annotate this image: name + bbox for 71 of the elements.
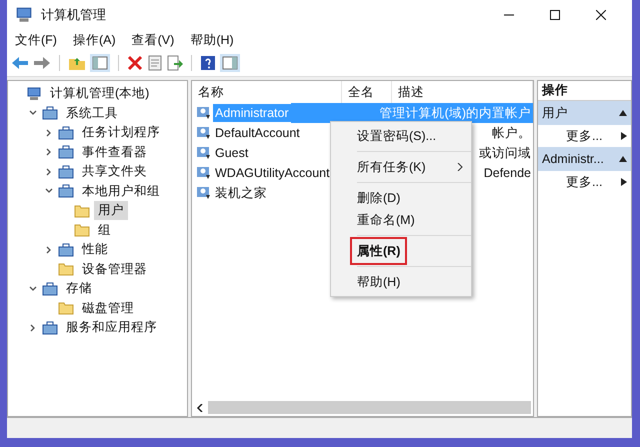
menu-item[interactable]: 删除(D)	[357, 188, 400, 208]
user-icon	[196, 145, 212, 161]
action-pane-icon[interactable]	[220, 54, 240, 72]
description-cell-text: Defende	[484, 164, 532, 182]
user-icon	[196, 105, 212, 121]
user-name[interactable]: Guest	[213, 144, 250, 162]
menu-item[interactable]: 操作(A)	[72, 30, 116, 50]
description-cell-text: 帐户。	[492, 124, 532, 142]
properties-icon[interactable]	[147, 55, 163, 71]
computer-icon	[15, 6, 33, 24]
toolbox-icon	[42, 280, 58, 297]
user-name[interactable]: DefaultAccount	[213, 124, 302, 142]
section-header[interactable]: 用户	[538, 101, 631, 125]
menu-item[interactable]: 查看(V)	[132, 30, 174, 50]
folder-icon	[58, 301, 74, 316]
menu-item[interactable]: 属性(R)	[352, 238, 406, 264]
user-icon	[196, 125, 212, 141]
right-arrow-icon	[621, 132, 627, 140]
close-icon	[596, 10, 606, 20]
folder-icon	[74, 223, 90, 238]
export-icon[interactable]	[167, 55, 183, 71]
tree-item[interactable]: 共享文件夹	[78, 162, 151, 182]
forward-arrow-icon[interactable]	[33, 55, 51, 71]
more-link[interactable]: 更多...	[566, 172, 602, 192]
tree-item[interactable]: 系统工具	[62, 104, 122, 123]
tree-item[interactable]: 计算机管理(本地)	[46, 84, 154, 104]
toolbox-icon	[58, 183, 74, 200]
tree-item[interactable]: 设备管理器	[78, 260, 151, 279]
menu-item[interactable]: 重命名(M)	[357, 210, 415, 230]
toolbox-icon	[42, 105, 58, 122]
computer-icon	[26, 86, 42, 102]
tree-item[interactable]: 服务和应用程序	[62, 318, 161, 338]
folder-up-icon[interactable]	[68, 55, 86, 71]
folder-icon	[58, 262, 74, 276]
menu-item[interactable]: 帮助(H)	[190, 30, 234, 50]
help-icon[interactable]	[200, 55, 216, 71]
tree-item[interactable]: 磁盘管理	[78, 298, 138, 318]
tree-item[interactable]: 事件查看器	[78, 142, 151, 162]
tree-item[interactable]: 本地用户和组	[78, 182, 164, 201]
user-name[interactable]: WDAGUtilityAccount	[213, 164, 332, 182]
tree-item[interactable]: 任务计划程序	[78, 123, 164, 142]
console-tree-icon[interactable]	[90, 54, 110, 72]
menu-item[interactable]: 文件(F)	[15, 30, 57, 50]
user-icon	[196, 165, 212, 181]
section-header[interactable]: Administr...	[538, 147, 631, 171]
maximize-icon	[550, 10, 560, 20]
toolbox-icon	[42, 320, 58, 336]
user-name[interactable]: 装机之家	[213, 184, 269, 202]
menu-item[interactable]: 设置密码(S)...	[357, 126, 436, 146]
delete-icon[interactable]	[127, 55, 143, 71]
more-link[interactable]: 更多...	[566, 126, 602, 146]
tree-item[interactable]: 存储	[62, 279, 96, 298]
collapse-arrow-icon	[619, 110, 627, 116]
right-arrow-icon	[621, 178, 627, 186]
description-cell-text: 管理计算机(域)的内置帐户	[380, 104, 532, 122]
window-title: 计算机管理	[41, 6, 106, 24]
back-arrow-icon[interactable]	[11, 55, 29, 71]
toolbox-icon	[58, 144, 74, 160]
tree-item[interactable]: 用户	[94, 201, 128, 220]
user-icon	[196, 185, 212, 201]
tree-item[interactable]: 性能	[78, 240, 112, 260]
description-cell-text: 或访问域	[479, 144, 532, 162]
scrollbar-thumb[interactable]	[208, 401, 531, 414]
menu-item[interactable]: 帮助(H)	[357, 272, 400, 292]
collapse-arrow-icon	[619, 156, 627, 162]
folder-icon	[74, 204, 90, 218]
toolbox-icon	[58, 242, 74, 258]
tree-item[interactable]: 组	[94, 220, 115, 240]
menu-item[interactable]: 所有任务(K)	[357, 158, 426, 176]
toolbox-icon	[58, 164, 74, 180]
toolbox-icon	[58, 124, 74, 141]
